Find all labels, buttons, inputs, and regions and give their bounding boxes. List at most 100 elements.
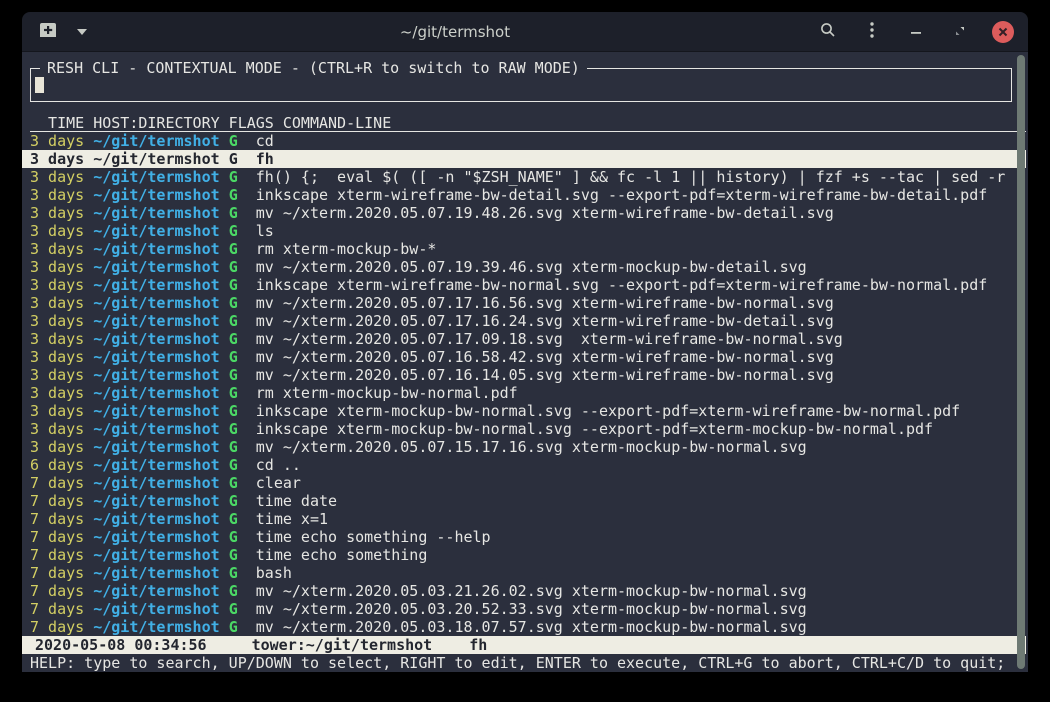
history-row[interactable]: 3 days ~/git/termshot G rm xterm-mockup-…	[22, 384, 1026, 402]
resh-input-box[interactable]: RESH CLI - CONTEXTUAL MODE - (CTRL+R to …	[30, 68, 1012, 102]
restore-button[interactable]	[948, 20, 972, 44]
history-row[interactable]: 3 days ~/git/termshot G ls	[22, 222, 1026, 240]
close-button[interactable]	[992, 21, 1014, 43]
row-time: 3 days	[30, 204, 84, 222]
row-command: cd ..	[256, 456, 301, 474]
minimize-button[interactable]	[904, 20, 928, 44]
row-time: 3 days	[30, 222, 84, 240]
menu-kebab-icon	[869, 21, 875, 43]
row-command: time echo something --help	[256, 528, 491, 546]
menu-button[interactable]	[860, 20, 884, 44]
history-row[interactable]: 3 days ~/git/termshot G cd	[22, 132, 1026, 150]
history-row[interactable]: 3 days ~/git/termshot G rm xterm-mockup-…	[22, 240, 1026, 258]
history-row[interactable]: 3 days ~/git/termshot G inkscape xterm-m…	[22, 420, 1026, 438]
row-flags: G	[229, 492, 238, 510]
row-time: 7 days	[30, 474, 84, 492]
row-command: inkscape xterm-mockup-bw-normal.svg --ex…	[256, 402, 960, 420]
row-time: 7 days	[30, 618, 84, 636]
close-icon	[998, 22, 1008, 41]
row-directory: ~/git/termshot	[93, 366, 219, 384]
row-command: mv ~/xterm.2020.05.07.17.16.24.svg xterm…	[256, 312, 834, 330]
row-flags: G	[229, 546, 238, 564]
row-flags: G	[229, 312, 238, 330]
history-row[interactable]: 3 days ~/git/termshot G fh	[22, 150, 1026, 168]
history-row[interactable]: 3 days ~/git/termshot G inkscape xterm-m…	[22, 402, 1026, 420]
row-flags: G	[229, 276, 238, 294]
row-time: 3 days	[30, 150, 84, 168]
status-bar: 2020-05-08 00:34:56tower:~/git/termshotf…	[22, 636, 1026, 654]
row-time: 3 days	[30, 168, 84, 186]
row-directory: ~/git/termshot	[93, 582, 219, 600]
row-time: 3 days	[30, 186, 84, 204]
row-time: 3 days	[30, 348, 84, 366]
row-directory: ~/git/termshot	[93, 168, 219, 186]
history-row[interactable]: 7 days ~/git/termshot G clear	[22, 474, 1026, 492]
history-row[interactable]: 3 days ~/git/termshot G mv ~/xterm.2020.…	[22, 348, 1026, 366]
history-row[interactable]: 3 days ~/git/termshot G mv ~/xterm.2020.…	[22, 204, 1026, 222]
row-flags: G	[229, 186, 238, 204]
row-time: 3 days	[30, 366, 84, 384]
titlebar: ~/git/termshot	[22, 12, 1028, 52]
history-row[interactable]: 3 days ~/git/termshot G mv ~/xterm.2020.…	[22, 330, 1026, 348]
row-directory: ~/git/termshot	[93, 276, 219, 294]
window-title: ~/git/termshot	[94, 23, 816, 41]
history-row[interactable]: 3 days ~/git/termshot G fh() {; eval $( …	[22, 168, 1026, 186]
history-row[interactable]: 7 days ~/git/termshot G time echo someth…	[22, 528, 1026, 546]
row-flags: G	[229, 582, 238, 600]
row-command: mv ~/xterm.2020.05.07.15.17.16.svg xterm…	[256, 438, 807, 456]
new-tab-icon	[39, 22, 57, 42]
new-tab-button[interactable]	[36, 20, 60, 44]
row-time: 3 days	[30, 276, 84, 294]
row-directory: ~/git/termshot	[93, 438, 219, 456]
row-command: mv ~/xterm.2020.05.03.21.26.02.svg xterm…	[256, 582, 807, 600]
history-row[interactable]: 7 days ~/git/termshot G time x=1	[22, 510, 1026, 528]
row-flags: G	[229, 204, 238, 222]
history-table-header: TIME HOST:DIRECTORY FLAGS COMMAND-LINE	[30, 114, 1026, 132]
history-row[interactable]: 7 days ~/git/termshot G mv ~/xterm.2020.…	[22, 582, 1026, 600]
history-row[interactable]: 3 days ~/git/termshot G mv ~/xterm.2020.…	[22, 366, 1026, 384]
row-flags: G	[229, 474, 238, 492]
row-command: time date	[256, 492, 337, 510]
history-row[interactable]: 7 days ~/git/termshot G time date	[22, 492, 1026, 510]
row-directory: ~/git/termshot	[93, 618, 219, 636]
row-time: 7 days	[30, 546, 84, 564]
search-button[interactable]	[816, 20, 840, 44]
row-command: rm xterm-mockup-bw-normal.pdf	[256, 384, 518, 402]
row-flags: G	[229, 384, 238, 402]
row-flags: G	[229, 168, 238, 186]
row-time: 3 days	[30, 438, 84, 456]
history-row[interactable]: 7 days ~/git/termshot G mv ~/xterm.2020.…	[22, 600, 1026, 618]
history-row[interactable]: 3 days ~/git/termshot G mv ~/xterm.2020.…	[22, 438, 1026, 456]
history-table: 3 days ~/git/termshot G cd3 days ~/git/t…	[30, 132, 1016, 636]
row-directory: ~/git/termshot	[93, 222, 219, 240]
history-row[interactable]: 3 days ~/git/termshot G mv ~/xterm.2020.…	[22, 312, 1026, 330]
row-flags: G	[229, 564, 238, 582]
row-flags: G	[229, 348, 238, 366]
scrollbar[interactable]	[1017, 55, 1025, 669]
row-command: mv ~/xterm.2020.05.03.20.52.33.svg xterm…	[256, 600, 807, 618]
row-time: 3 days	[30, 330, 84, 348]
row-directory: ~/git/termshot	[93, 600, 219, 618]
history-row[interactable]: 7 days ~/git/termshot G bash	[22, 564, 1026, 582]
row-command: inkscape xterm-mockup-bw-normal.svg --ex…	[256, 420, 933, 438]
history-row[interactable]: 6 days ~/git/termshot G cd ..	[22, 456, 1026, 474]
row-command: time echo something	[256, 546, 428, 564]
search-icon	[820, 22, 836, 42]
row-time: 3 days	[30, 294, 84, 312]
history-row[interactable]: 3 days ~/git/termshot G inkscape xterm-w…	[22, 186, 1026, 204]
row-time: 7 days	[30, 528, 84, 546]
history-row[interactable]: 3 days ~/git/termshot G mv ~/xterm.2020.…	[22, 258, 1026, 276]
row-flags: G	[229, 510, 238, 528]
row-command: rm xterm-mockup-bw-*	[256, 240, 437, 258]
row-time: 3 days	[30, 420, 84, 438]
row-time: 3 days	[30, 402, 84, 420]
history-row[interactable]: 3 days ~/git/termshot G inkscape xterm-w…	[22, 276, 1026, 294]
row-directory: ~/git/termshot	[93, 528, 219, 546]
history-row[interactable]: 3 days ~/git/termshot G mv ~/xterm.2020.…	[22, 294, 1026, 312]
dropdown-caret-icon	[77, 29, 87, 35]
row-command: ls	[256, 222, 274, 240]
history-row[interactable]: 7 days ~/git/termshot G time echo someth…	[22, 546, 1026, 564]
tab-dropdown-button[interactable]	[70, 20, 94, 44]
history-row[interactable]: 7 days ~/git/termshot G mv ~/xterm.2020.…	[22, 618, 1026, 636]
row-time: 7 days	[30, 510, 84, 528]
